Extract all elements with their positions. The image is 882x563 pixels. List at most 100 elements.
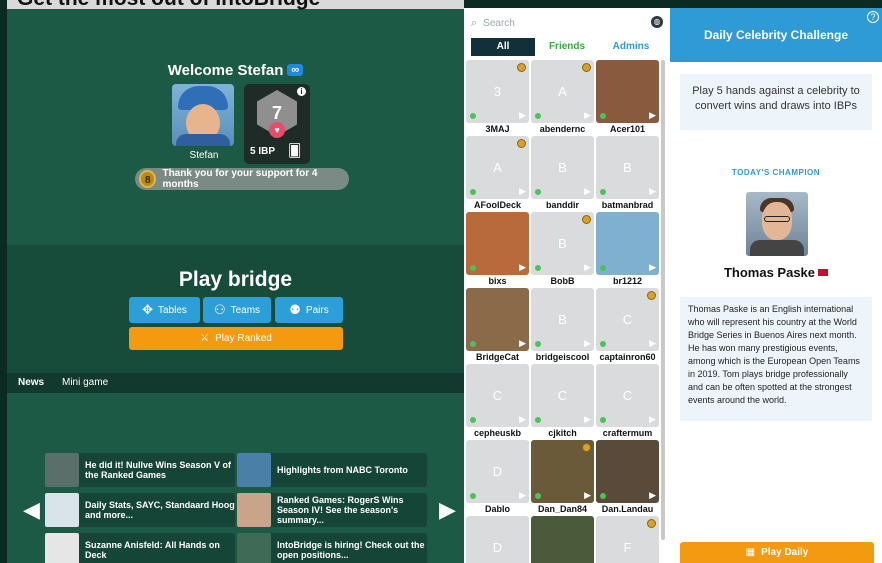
user-tile[interactable]: ▶ Dan_Dan84 [531, 440, 594, 514]
news-thumbnail [45, 493, 79, 527]
user-avatar[interactable]: 3 ▶ [466, 60, 529, 123]
tab-mini-game[interactable]: Mini game [62, 377, 108, 388]
user-avatar[interactable]: F▶ [596, 516, 659, 563]
news-item[interactable]: Highlights from NABC Toronto [237, 453, 427, 487]
user-avatar[interactable]: B ▶ [531, 212, 594, 275]
user-avatar[interactable]: C ▶ [596, 288, 659, 351]
filter-friends[interactable]: Friends [535, 38, 599, 56]
play-icon[interactable]: ▶ [649, 490, 656, 501]
user-tile[interactable]: B ▶ bridgeiscool [531, 288, 594, 362]
tab-news[interactable]: News [18, 377, 44, 388]
user-tile[interactable]: B ▶ banddir [531, 136, 594, 210]
search-input[interactable]: Search [483, 18, 515, 29]
support-text: Thank you for your support for 4 months [162, 168, 318, 190]
carousel-left-arrow-icon[interactable]: ◀ [23, 497, 40, 523]
online-status-icon [470, 265, 476, 271]
user-avatar[interactable]: ▶ [596, 212, 659, 275]
search-bar[interactable]: ⌕ Search ◍ [471, 14, 665, 32]
user-tile[interactable]: A ▶ abendernc [531, 60, 594, 134]
news-item[interactable]: He did it! Nullve Wins Season V of the R… [45, 453, 235, 487]
play-icon[interactable]: ▶ [519, 186, 526, 197]
user-tile[interactable]: ▶ br1212 [596, 212, 659, 286]
champion-avatar[interactable] [746, 192, 808, 256]
play-icon[interactable]: ▶ [649, 110, 656, 121]
user-avatar[interactable]: B ▶ [596, 136, 659, 199]
play-ranked-button[interactable]: ⚔ Play Ranked [129, 327, 343, 350]
teams-button[interactable]: ⚇ Teams [203, 297, 271, 323]
news-thumbnail [45, 533, 79, 563]
help-icon[interactable]: ? [867, 11, 879, 23]
user-tile[interactable]: ▶ Acer101 [596, 60, 659, 134]
user-avatar[interactable]: ▶ [466, 212, 529, 275]
news-item[interactable]: IntoBridge is hiring! Check out the open… [237, 533, 427, 563]
play-daily-button[interactable]: ▦ Play Daily [680, 542, 874, 563]
user-tile[interactable]: C ▶ captainron60 [596, 288, 659, 362]
user-tile[interactable]: ▶ Dan.Landau [596, 440, 659, 514]
online-status-icon [470, 341, 476, 347]
user-avatar[interactable]: ▶ [531, 516, 594, 563]
user-tile[interactable]: D ▶ Dablo [466, 440, 529, 514]
carousel-right-arrow-icon[interactable]: ▶ [439, 497, 456, 523]
user-name: Acer101 [609, 124, 646, 134]
filter-admins[interactable]: Admins [599, 38, 663, 56]
user-avatar[interactable]: A ▶ [531, 60, 594, 123]
user-tile[interactable]: F▶ [596, 516, 659, 563]
play-icon[interactable]: ▶ [584, 186, 591, 197]
news-item[interactable]: Suzanne Anisfeld: All Hands on Deck [45, 533, 235, 563]
user-name: craftermum [602, 428, 653, 438]
play-icon[interactable]: ▶ [519, 110, 526, 121]
online-status-icon [600, 417, 606, 423]
play-icon[interactable]: ▶ [649, 186, 656, 197]
user-avatar[interactable]: A ▶ [466, 136, 529, 199]
news-item[interactable]: Ranked Games: RogerS Wins Season IV! See… [237, 493, 427, 527]
info-icon[interactable]: i [297, 87, 306, 96]
online-status-icon [600, 113, 606, 119]
user-tile[interactable]: ▶ [531, 516, 594, 563]
user-tile[interactable]: 3 ▶ 3MAJ [466, 60, 529, 134]
user-tile[interactable]: C ▶ cjkitch [531, 364, 594, 438]
avatar[interactable] [172, 84, 234, 146]
play-icon[interactable]: ▶ [649, 338, 656, 349]
user-tile[interactable]: ▶ BridgeCat [466, 288, 529, 362]
user-avatar[interactable]: B ▶ [531, 136, 594, 199]
user-tile[interactable]: B ▶ BobB [531, 212, 594, 286]
pairs-button[interactable]: ⚉ Pairs [275, 297, 343, 323]
user-initial: F [623, 540, 632, 555]
user-tile[interactable]: ▶ bixs [466, 212, 529, 286]
user-avatar[interactable]: D▶ [466, 440, 529, 503]
play-icon[interactable]: ▶ [584, 110, 591, 121]
play-icon[interactable]: ▶ [649, 262, 656, 273]
play-icon[interactable]: ▶ [584, 338, 591, 349]
ibp-card[interactable]: i 7 ♥ 5 IBP 🂠 [244, 84, 310, 164]
user-avatar[interactable]: ▶ [466, 288, 529, 351]
profile-avatar-card[interactable]: Stefan [172, 84, 236, 164]
medal-icon [647, 291, 656, 300]
play-icon[interactable]: ▶ [519, 338, 526, 349]
news-item[interactable]: Daily Stats, SAYC, Standaard Hoog and mo… [45, 493, 235, 527]
user-avatar[interactable]: ▶ [596, 440, 659, 503]
filter-all[interactable]: All [471, 38, 535, 56]
tables-button[interactable]: ✥ Tables [129, 297, 200, 323]
user-tile[interactable]: B ▶ batmanbrad [596, 136, 659, 210]
scrollbar[interactable] [661, 60, 665, 540]
user-avatar[interactable]: C ▶ [596, 364, 659, 427]
user-avatar[interactable]: B ▶ [531, 288, 594, 351]
user-avatar[interactable]: C ▶ [531, 364, 594, 427]
user-avatar[interactable]: C ▶ [466, 364, 529, 427]
globe-icon[interactable]: ◍ [651, 16, 663, 28]
play-icon[interactable]: ▶ [649, 414, 656, 425]
play-icon[interactable]: ▶ [584, 262, 591, 273]
user-tile[interactable]: D▶ [466, 516, 529, 563]
user-tile[interactable]: C ▶ craftermum [596, 364, 659, 438]
user-avatar[interactable]: D▶ [466, 516, 529, 563]
user-avatar[interactable]: ▶ [596, 60, 659, 123]
user-tile[interactable]: C ▶ cepheuskb [466, 364, 529, 438]
user-tile[interactable]: A ▶ AFoolDeck [466, 136, 529, 210]
play-icon[interactable]: ▶ [519, 262, 526, 273]
play-icon[interactable]: ▶ [584, 490, 591, 501]
play-icon[interactable]: ▶ [584, 414, 591, 425]
play-icon[interactable]: ▶ [519, 414, 526, 425]
medal-icon [582, 443, 591, 452]
play-icon[interactable]: ▶ [519, 490, 526, 501]
user-avatar[interactable]: ▶ [531, 440, 594, 503]
